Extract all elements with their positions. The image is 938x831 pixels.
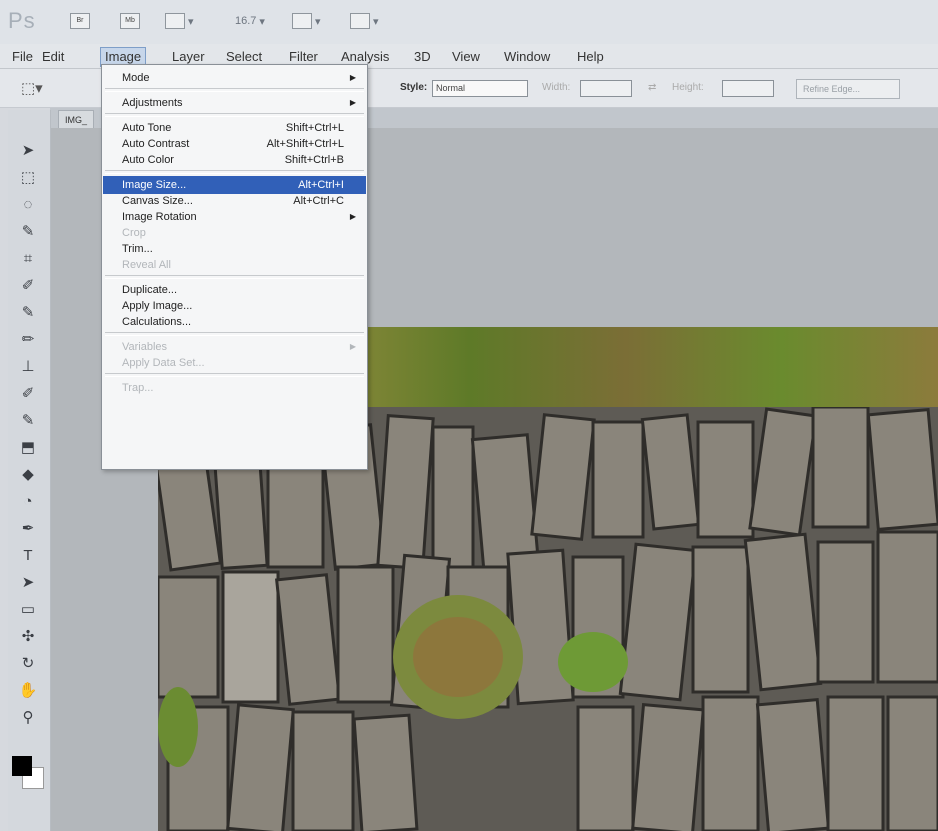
eraser-icon[interactable]: ✎ xyxy=(17,410,39,432)
menu-item-auto-color[interactable]: Auto Color Shift+Ctrl+B xyxy=(103,151,366,169)
lasso-icon[interactable]: ◌ xyxy=(17,194,39,216)
foreground-color-swatch[interactable] xyxy=(12,756,32,776)
menu-item-adjustments[interactable]: Adjustments ▶ xyxy=(103,94,366,112)
chevron-down-icon: ▾ xyxy=(373,15,379,28)
screen-mode-icon xyxy=(350,13,370,29)
bridge-icon: Br xyxy=(70,13,90,29)
spot-healing-icon[interactable]: ✎ xyxy=(17,302,39,324)
document-tab[interactable]: IMG_ xyxy=(58,110,95,130)
menu-item-label: Reveal All xyxy=(122,259,171,271)
mini-bridge-button[interactable]: Mb xyxy=(120,10,140,32)
zoom-level: 16.7 xyxy=(235,15,257,27)
application-bar: Ps Br Mb ▾ 16.7 ▾ ▾ ▾ xyxy=(0,0,938,45)
rectangular-marquee-icon[interactable]: ⬚ xyxy=(17,167,39,189)
screen-mode-button[interactable]: ▾ xyxy=(350,10,379,32)
zoom-level-dropdown[interactable]: 16.7 ▾ xyxy=(235,10,265,32)
blur-icon[interactable]: ◆ xyxy=(17,464,39,486)
menu-item-label: Calculations... xyxy=(122,316,192,328)
submenu-arrow-icon: ▶ xyxy=(349,73,356,82)
height-field[interactable] xyxy=(722,80,774,97)
menu-item-label: Apply Data Set... xyxy=(122,357,205,369)
menu-separator xyxy=(105,88,364,92)
menu-item-label: Auto Color xyxy=(122,154,174,166)
3d-orbit-icon[interactable]: ↻ xyxy=(17,653,39,675)
menu-3d[interactable]: 3D xyxy=(410,48,435,66)
pen-icon[interactable]: ✒ xyxy=(17,518,39,540)
arrange-documents-icon xyxy=(292,13,312,29)
menu-item-calculations[interactable]: Calculations... xyxy=(103,313,366,331)
tools-panel: ➤ ⬚ ◌ ✎ ⌗ ✐ ✎ ✏ ⊥ ✐ ✎ ⬒ ◆ ◔ ✒ T ➤ ▭ ✣ ↻ ✋ ⚲ xyxy=(8,110,51,831)
dodge-icon[interactable]: ◔ xyxy=(17,491,39,513)
menu-view[interactable]: View xyxy=(448,48,484,66)
swap-icon[interactable]: ⇄ xyxy=(648,82,656,93)
crop-icon[interactable]: ⌗ xyxy=(17,248,39,270)
menu-separator xyxy=(105,373,364,377)
menu-item-label: Adjustments xyxy=(122,97,183,109)
menu-separator xyxy=(105,332,364,336)
image-menu-dropdown: Mode ▶ Adjustments ▶ Auto Tone Shift+Ctrl+L Au… xyxy=(101,64,368,470)
menu-item-mode[interactable]: Mode ▶ xyxy=(103,69,366,87)
refine-edge-button[interactable]: Refine Edge... xyxy=(796,79,900,99)
menu-window[interactable]: Window xyxy=(500,48,554,66)
rectangle-shape-icon[interactable]: ▭ xyxy=(17,599,39,621)
submenu-arrow-icon: ▶ xyxy=(349,98,356,107)
chevron-down-icon: ▾ xyxy=(315,15,321,28)
hand-icon[interactable]: ✋ xyxy=(17,680,39,702)
marquee-icon: ⬚▾ xyxy=(21,80,43,97)
style-value: Normal xyxy=(436,83,466,93)
move-tool-icon[interactable]: ➤ xyxy=(17,140,39,162)
menu-file[interactable]: File xyxy=(8,48,37,66)
bridge-button[interactable]: Br xyxy=(70,10,90,32)
menu-edit[interactable]: Edit xyxy=(38,48,68,66)
menu-separator xyxy=(105,170,364,174)
3d-rotate-icon[interactable]: ✣ xyxy=(17,626,39,648)
type-icon[interactable]: T xyxy=(17,545,39,567)
photoshop-logo: Ps xyxy=(8,8,36,33)
path-selection-icon[interactable]: ➤ xyxy=(17,572,39,594)
menu-separator xyxy=(105,113,364,117)
style-label: Style: xyxy=(400,82,428,93)
brush-icon[interactable]: ✏ xyxy=(17,329,39,351)
view-extras-button[interactable]: ▾ xyxy=(165,10,194,32)
chevron-down-icon: ▾ xyxy=(259,15,265,28)
mini-bridge-icon: Mb xyxy=(120,13,140,29)
menu-item-apply-data-set[interactable]: Apply Data Set... xyxy=(103,354,366,372)
height-label: Height: xyxy=(672,82,704,93)
stone-wall-image xyxy=(158,407,938,831)
history-brush-icon[interactable]: ✐ xyxy=(17,383,39,405)
style-select[interactable]: Normal xyxy=(432,80,528,97)
quick-selection-icon[interactable]: ✎ xyxy=(17,221,39,243)
menu-item-label: Trap... xyxy=(122,382,154,394)
width-field[interactable] xyxy=(580,80,632,97)
menu-item-reveal-all[interactable]: Reveal All xyxy=(103,256,366,274)
paint-bucket-icon[interactable]: ⬒ xyxy=(17,437,39,459)
menu-item-trap[interactable]: Trap... xyxy=(103,379,366,397)
clone-stamp-icon[interactable]: ⊥ xyxy=(17,356,39,378)
menu-item-label: Mode xyxy=(122,72,150,84)
chevron-down-icon: ▾ xyxy=(188,15,194,28)
width-label: Width: xyxy=(542,82,571,93)
menu-help[interactable]: Help xyxy=(573,48,608,66)
zoom-icon[interactable]: ⚲ xyxy=(17,707,39,729)
view-extras-icon xyxy=(165,13,185,29)
marquee-tool-preset-picker[interactable]: ⬚▾ xyxy=(18,81,48,99)
arrange-documents-button[interactable]: ▾ xyxy=(292,10,321,32)
eyedropper-icon[interactable]: ✐ xyxy=(17,275,39,297)
menu-separator xyxy=(105,275,364,279)
menu-item-shortcut: Shift+Ctrl+B xyxy=(284,154,344,166)
